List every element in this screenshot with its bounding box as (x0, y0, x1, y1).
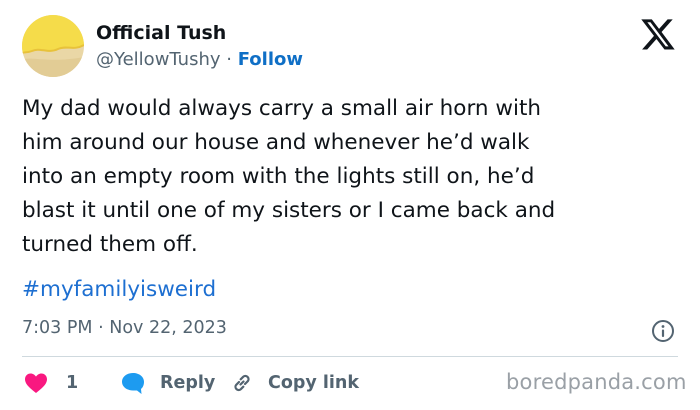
avatar[interactable] (22, 15, 84, 77)
date-separator: · (98, 318, 104, 338)
like-count: 1 (66, 373, 79, 393)
author-name[interactable]: Official Tush (96, 22, 226, 44)
watermark: boredpanda.com (506, 370, 687, 394)
heart-icon (25, 373, 47, 393)
tweet-text: My dad would always carry a small air ho… (22, 96, 556, 257)
author-handle[interactable]: @YellowTushy (96, 49, 221, 70)
tweet-timestamp[interactable]: 7:03 PM · Nov 22, 2023 (22, 318, 227, 338)
hashtag-link[interactable]: #myfamilyisweird (22, 277, 216, 302)
copy-link-label: Copy link (268, 373, 359, 393)
avatar-image (22, 15, 84, 77)
x-logo-icon[interactable] (639, 17, 677, 51)
follow-button[interactable]: Follow (238, 49, 303, 70)
tweet-header: Official Tush @YellowTushy · Follow (0, 0, 700, 90)
handle-row: @YellowTushy · Follow (96, 49, 303, 70)
action-bar: 1 Reply Copy link (22, 368, 522, 398)
info-icon[interactable] (651, 319, 675, 343)
handle-separator: · (226, 49, 232, 70)
tweet-date: Nov 22, 2023 (109, 318, 227, 338)
like-button[interactable]: 1 (24, 368, 78, 398)
reply-button[interactable]: Reply (120, 368, 215, 398)
link-icon (234, 374, 250, 392)
reply-label: Reply (160, 373, 216, 393)
reply-bubble-icon (122, 373, 144, 394)
copy-link-button[interactable]: Copy link (230, 368, 359, 398)
divider (22, 356, 678, 357)
tweet-time: 7:03 PM (22, 318, 93, 338)
